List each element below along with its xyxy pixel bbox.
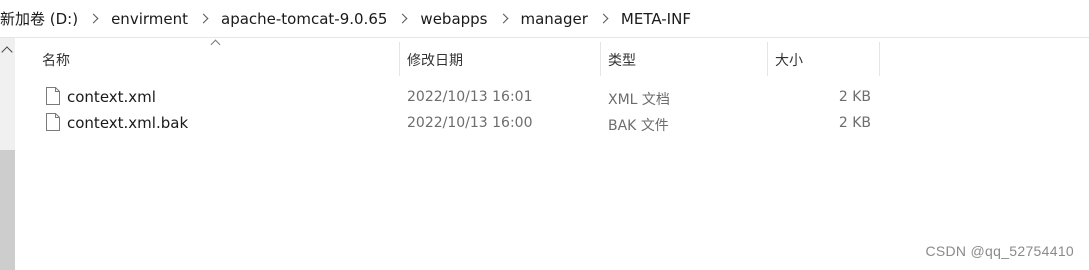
column-header-type[interactable]: 类型 (608, 42, 767, 78)
breadcrumb-item-meta-inf[interactable]: META-INF (621, 10, 691, 28)
file-icon (46, 113, 60, 131)
file-name: context.xml.bak (67, 114, 189, 132)
file-row[interactable]: context.xml.bak 2022/10/13 16:00 BAK 文件 … (40, 110, 880, 136)
breadcrumb-item-manager[interactable]: manager (521, 10, 588, 28)
file-size: 2 KB (838, 115, 871, 131)
scroll-up-arrow-icon[interactable] (1, 46, 13, 58)
column-divider[interactable] (399, 42, 400, 76)
column-header-type-label: 类型 (608, 53, 636, 69)
breadcrumb-item-envirment[interactable]: envirment (111, 10, 188, 28)
file-size: 2 KB (838, 89, 871, 105)
file-date: 2022/10/13 16:00 (407, 115, 533, 131)
column-header-size-label: 大小 (775, 53, 803, 69)
column-divider[interactable] (767, 42, 768, 76)
file-icon (46, 87, 60, 105)
chevron-right-icon[interactable] (88, 13, 99, 24)
column-header-size[interactable]: 大小 (775, 42, 879, 78)
vertical-scrollbar[interactable] (0, 38, 15, 270)
breadcrumb-item-drive[interactable]: 新加卷 (D:) (0, 8, 78, 29)
file-type: XML 文档 (608, 92, 670, 108)
chevron-right-icon[interactable] (598, 13, 609, 24)
file-name: context.xml (67, 88, 156, 106)
column-divider[interactable] (879, 42, 880, 76)
column-divider[interactable] (600, 42, 601, 76)
file-row[interactable]: context.xml 2022/10/13 16:01 XML 文档 2 KB (40, 84, 880, 110)
breadcrumb-item-webapps[interactable]: webapps (420, 10, 487, 28)
scrollbar-thumb[interactable] (0, 150, 15, 270)
chevron-right-icon[interactable] (198, 13, 209, 24)
chevron-right-icon[interactable] (498, 13, 508, 24)
column-header-date-label: 修改日期 (407, 53, 463, 69)
chevron-right-icon[interactable] (397, 13, 408, 24)
file-date: 2022/10/13 16:01 (407, 89, 533, 105)
file-type: BAK 文件 (608, 118, 669, 134)
breadcrumb-item-tomcat[interactable]: apache-tomcat-9.0.65 (221, 10, 387, 28)
column-header-date[interactable]: 修改日期 (407, 42, 599, 78)
breadcrumb: 新加卷 (D:) envirment apache-tomcat-9.0.65 … (0, 0, 1089, 38)
watermark-text: CSDN @qq_52754410 (925, 243, 1074, 259)
column-header-name-label: 名称 (42, 53, 70, 69)
column-header-name[interactable]: 名称 (42, 42, 398, 78)
